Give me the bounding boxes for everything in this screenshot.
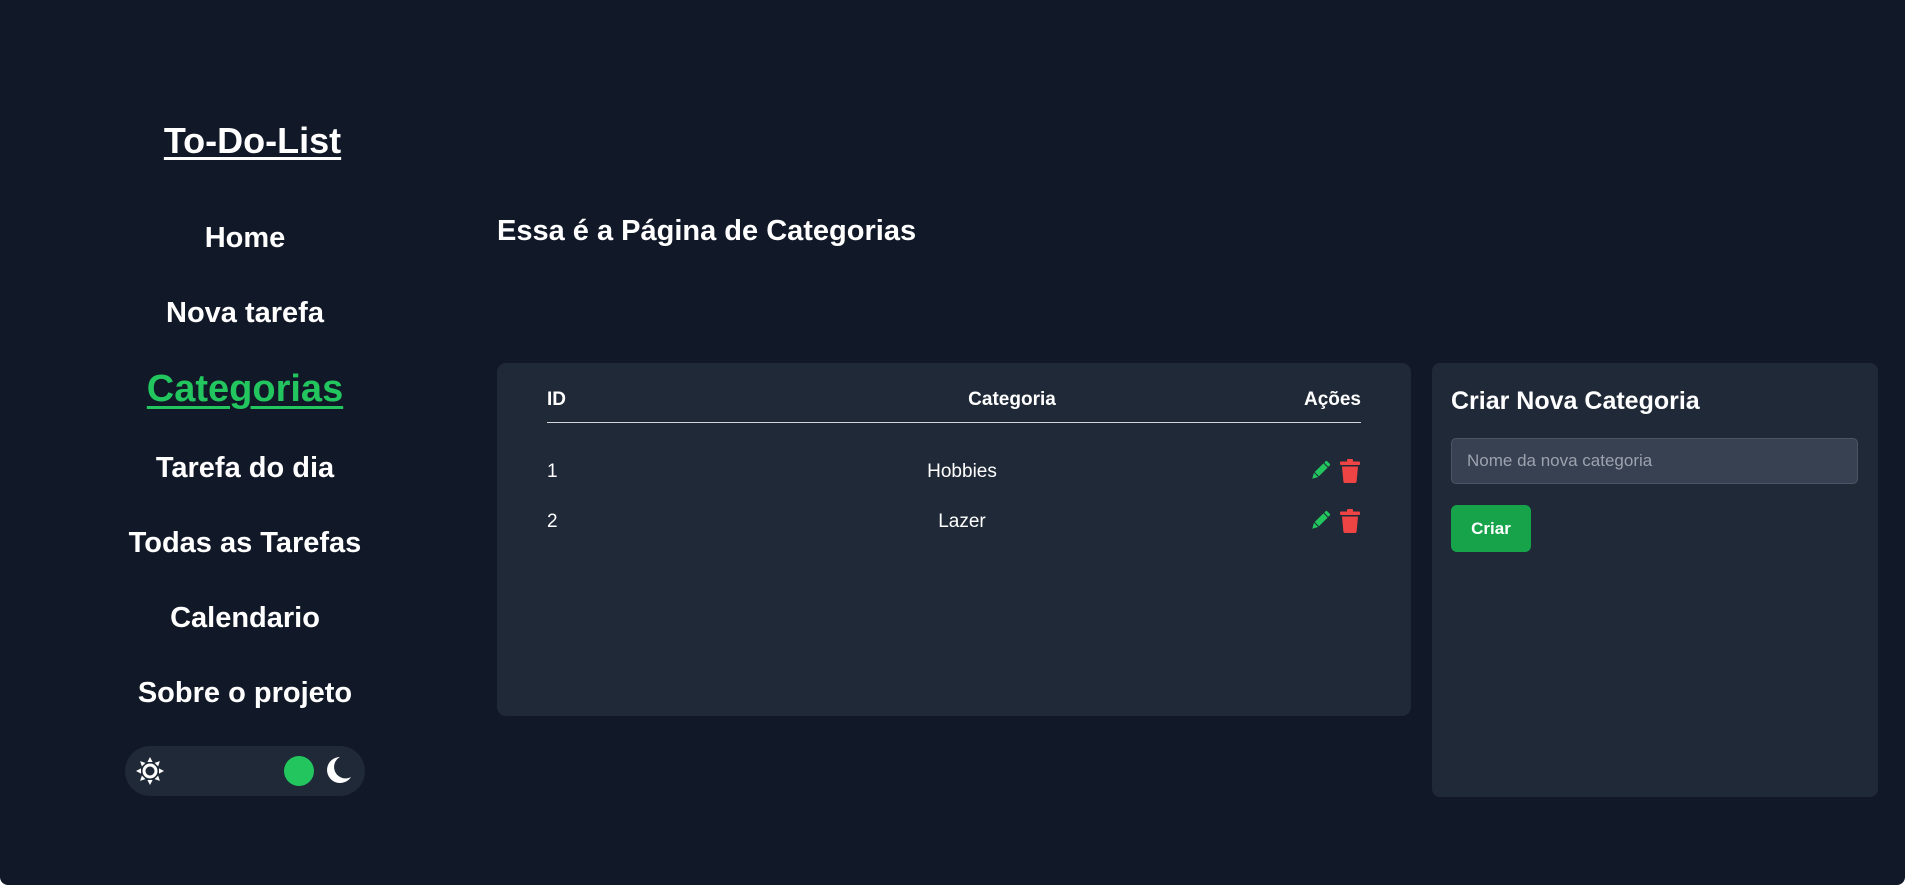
trash-icon[interactable] xyxy=(1339,509,1361,533)
pencil-icon[interactable] xyxy=(1309,510,1331,532)
sidebar-item-sobre-o-projeto[interactable]: Sobre o projeto xyxy=(0,677,490,710)
pencil-icon[interactable] xyxy=(1309,460,1331,482)
toggle-knob[interactable] xyxy=(284,756,314,786)
sidebar-item-tarefa-do-dia[interactable]: Tarefa do dia xyxy=(0,452,490,485)
column-header-id: ID xyxy=(547,389,566,410)
form-title: Criar Nova Categoria xyxy=(1451,387,1700,415)
page-title: Essa é a Página de Categorias xyxy=(497,215,917,247)
app-window: To-Do-List Home Nova tarefa Categorias T… xyxy=(0,0,1905,885)
sidebar-item-categorias[interactable]: Categorias xyxy=(0,368,490,411)
table-row: 2 Lazer xyxy=(547,503,1361,539)
row-category: Hobbies xyxy=(927,461,997,482)
create-button[interactable]: Criar xyxy=(1451,505,1531,552)
header-divider xyxy=(547,422,1361,423)
sidebar-item-home[interactable]: Home xyxy=(0,222,490,255)
row-id: 2 xyxy=(547,511,558,532)
row-category: Lazer xyxy=(938,511,986,532)
create-category-form: Criar Nova Categoria Criar xyxy=(1432,363,1878,797)
column-header-category: Categoria xyxy=(968,389,1056,410)
row-id: 1 xyxy=(547,461,558,482)
sun-icon xyxy=(136,757,164,785)
column-header-actions: Ações xyxy=(1303,389,1361,410)
table-row: 1 Hobbies xyxy=(547,453,1361,489)
sidebar-item-nova-tarefa[interactable]: Nova tarefa xyxy=(0,297,490,330)
sidebar-item-calendario[interactable]: Calendario xyxy=(0,602,490,635)
category-name-input[interactable] xyxy=(1451,438,1858,484)
theme-toggle[interactable] xyxy=(125,746,365,796)
trash-icon[interactable] xyxy=(1339,459,1361,483)
sidebar-item-todas-as-tarefas[interactable]: Todas as Tarefas xyxy=(0,527,490,560)
moon-icon xyxy=(327,757,351,783)
app-logo[interactable]: To-Do-List xyxy=(0,120,505,162)
categories-table: ID Categoria Ações 1 Hobbies 2 Lazer xyxy=(497,363,1411,716)
